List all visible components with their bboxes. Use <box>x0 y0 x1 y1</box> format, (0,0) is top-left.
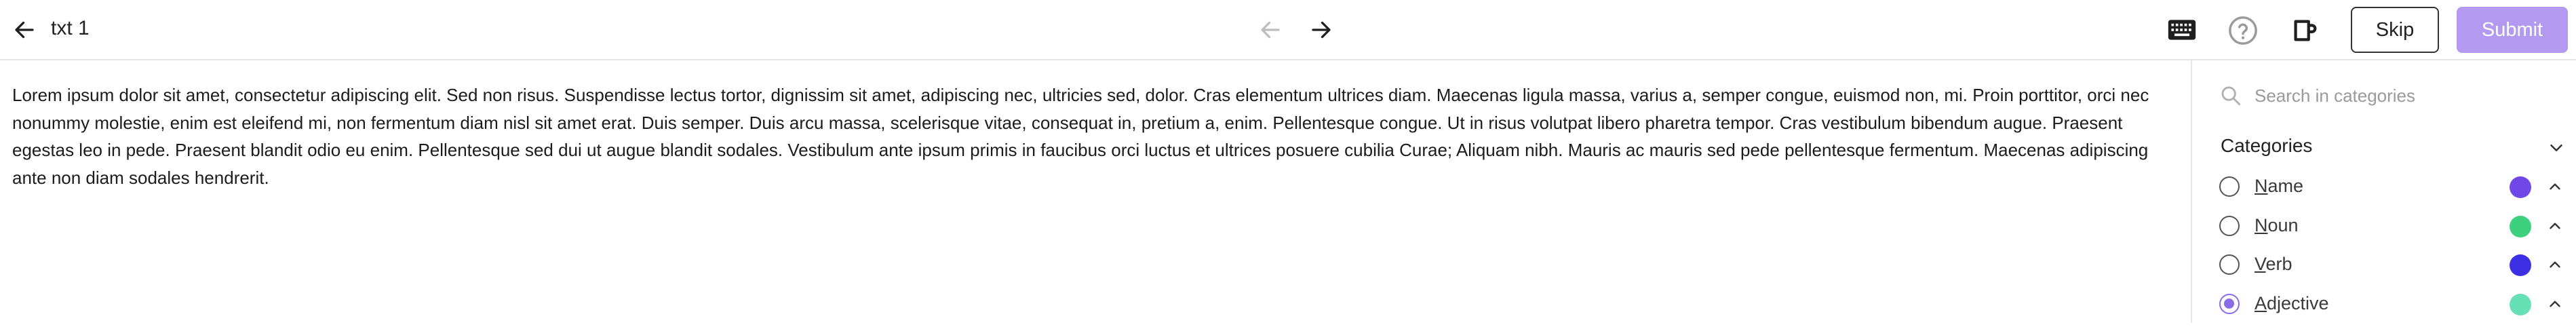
category-item-name[interactable]: Name <box>2219 171 2569 210</box>
search-icon <box>2219 84 2242 107</box>
arrow-left-icon[interactable] <box>12 18 37 42</box>
label-rest: ame <box>2268 176 2304 196</box>
chevron-up-icon[interactable] <box>2546 295 2564 313</box>
category-label: Verb <box>2255 254 2292 275</box>
category-label: Name <box>2255 176 2303 197</box>
keyboard-icon[interactable] <box>2167 17 2197 43</box>
category-item-adjective[interactable]: Adjective <box>2219 288 2569 327</box>
cup-icon[interactable] <box>2289 15 2320 46</box>
categories-header[interactable]: Categories <box>2221 135 2567 162</box>
skip-button[interactable]: Skip <box>2351 7 2439 53</box>
category-radio[interactable] <box>2219 294 2240 314</box>
category-radio[interactable] <box>2219 176 2240 197</box>
category-item-verb[interactable]: Verb <box>2219 249 2569 288</box>
category-sidebar: Categories NameNounVerbAdjective <box>2191 60 2576 323</box>
arrow-next-icon[interactable] <box>1309 18 1333 42</box>
hotkey-letter: N <box>2255 215 2268 235</box>
category-color-swatch <box>2510 294 2531 315</box>
category-label: Noun <box>2255 215 2299 236</box>
category-radio[interactable] <box>2219 216 2240 236</box>
category-label: Adjective <box>2255 293 2329 314</box>
hotkey-letter: A <box>2255 293 2267 313</box>
chevron-up-icon[interactable] <box>2546 217 2564 235</box>
chevron-down-icon[interactable] <box>2546 138 2567 158</box>
document-text[interactable]: Lorem ipsum dolor sit amet, consectetur … <box>12 81 2179 191</box>
category-radio[interactable] <box>2219 254 2240 275</box>
hotkey-letter: V <box>2255 254 2266 274</box>
category-color-swatch <box>2510 254 2531 276</box>
category-list: NameNounVerbAdjective <box>2219 171 2569 327</box>
label-rest: erb <box>2266 254 2292 274</box>
category-color-swatch <box>2510 176 2531 198</box>
help-icon[interactable] <box>2227 15 2259 46</box>
arrow-prev-icon[interactable] <box>1258 18 1283 42</box>
category-color-swatch <box>2510 216 2531 237</box>
label-rest: oun <box>2268 215 2299 235</box>
category-item-noun[interactable]: Noun <box>2219 210 2569 250</box>
top-toolbar: txt 1 Skip Submit <box>0 0 2576 60</box>
submit-button[interactable]: Submit <box>2457 7 2568 53</box>
label-rest: djective <box>2267 293 2329 313</box>
document-title: txt 1 <box>51 17 90 40</box>
chevron-up-icon[interactable] <box>2546 256 2564 273</box>
categories-title: Categories <box>2221 135 2312 157</box>
category-search-input[interactable] <box>2253 79 2554 112</box>
chevron-up-icon[interactable] <box>2546 178 2564 195</box>
hotkey-letter: N <box>2255 176 2268 196</box>
